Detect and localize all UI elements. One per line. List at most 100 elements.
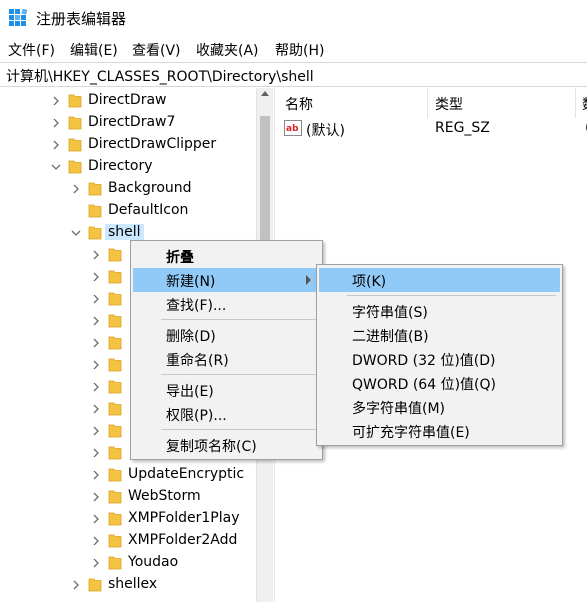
tree-node[interactable]: DirectDraw7 [0,112,256,134]
menu-item-rename[interactable]: 重命名(R) [133,347,320,371]
menu-item-label: DWORD (32 位)值(D) [352,353,496,369]
chevron-right-icon[interactable] [90,534,102,548]
tree-node[interactable]: DefaultIcon [0,200,256,222]
chevron-right-icon[interactable] [50,138,62,152]
chevron-right-icon[interactable] [90,468,102,482]
menu-item-new-binary[interactable]: 二进制值(B) [319,323,560,347]
menu-edit[interactable]: 编辑(E) [70,40,118,60]
column-divider[interactable] [427,88,428,118]
chevron-down-icon[interactable] [50,160,62,174]
tree-node-label: shellex [108,576,158,592]
chevron-right-icon[interactable] [70,578,82,592]
svg-text:ab: ab [286,124,299,134]
chevron-right-icon[interactable] [90,270,102,284]
value-name[interactable]: (默认) [306,120,345,140]
menu-item-copy-key-name[interactable]: 复制项名称(C) [133,433,320,457]
chevron-right-icon[interactable] [90,490,102,504]
menu-item-new[interactable]: 新建(N) [133,268,320,292]
tree-node[interactable]: DirectDrawClipper [0,134,256,156]
tree-node-label: DirectDrawClipper [88,136,217,152]
tree-node[interactable]: DirectDraw [0,90,256,112]
column-header-data[interactable]: 数 [582,94,587,114]
folder-icon [108,313,122,328]
tree-node[interactable]: XMPFolder2Add [0,530,256,552]
menu-item-new-string[interactable]: 字符串值(S) [319,299,560,323]
title-bar[interactable]: 注册表编辑器 [0,0,587,36]
tree-node[interactable]: Directory [0,156,256,178]
chevron-right-icon[interactable] [90,336,102,350]
menu-item-new-multi-string[interactable]: 多字符串值(M) [319,395,560,419]
tree-node-label: Background [108,180,192,196]
folder-icon [88,203,102,218]
chevron-right-icon[interactable] [90,402,102,416]
chevron-right-icon[interactable] [50,116,62,130]
chevron-right-icon[interactable] [90,446,102,460]
tree-node-label: Directory [88,158,153,174]
menu-item-label: 可扩充字符串值(E) [352,425,470,441]
chevron-right-icon[interactable] [90,248,102,262]
menu-item-permissions[interactable]: 权限(P)... [133,402,320,426]
folder-icon [108,555,122,570]
chevron-right-icon[interactable] [90,292,102,306]
tree-node[interactable]: UpdateEncryptic [0,464,256,486]
address-path[interactable]: 计算机\HKEY_CLASSES_ROOT\Directory\shell [6,66,314,86]
tree-node-label: DirectDraw7 [88,114,176,130]
chevron-right-icon[interactable] [90,314,102,328]
menu-item-new-qword[interactable]: QWORD (64 位)值(Q) [319,371,560,395]
folder-icon [68,115,82,130]
tree-node[interactable]: Youdao [0,552,256,574]
tree-node-label: shell [105,224,144,240]
menu-item-label: 导出(E) [166,384,214,400]
menu-separator [161,429,318,430]
menu-item-new-expandable-string[interactable]: 可扩充字符串值(E) [319,419,560,443]
tree-node[interactable]: XMPFolder1Play [0,508,256,530]
column-header-name[interactable]: 名称 [285,94,313,114]
address-bar[interactable]: 计算机\HKEY_CLASSES_ROOT\Directory\shell [0,62,587,87]
chevron-down-icon[interactable] [70,226,82,240]
folder-icon [68,137,82,152]
chevron-right-icon[interactable] [70,182,82,196]
menu-view[interactable]: 查看(V) [132,40,181,60]
menu-favorites[interactable]: 收藏夹(A) [196,40,259,60]
string-value-icon: ab [284,120,302,136]
menu-item-delete[interactable]: 删除(D) [133,323,320,347]
menu-item-new-dword[interactable]: DWORD (32 位)值(D) [319,347,560,371]
menu-item-label: 字符串值(S) [352,305,428,321]
menu-item-export[interactable]: 导出(E) [133,378,320,402]
folder-icon [108,269,122,284]
context-menu: 折叠 新建(N) 查找(F)... 删除(D) 重命名(R) 导出(E) 权限(… [130,240,323,460]
folder-icon [108,489,122,504]
chevron-right-icon[interactable] [90,424,102,438]
menu-item-collapse[interactable]: 折叠 [133,244,320,268]
menu-help[interactable]: 帮助(H) [275,40,324,60]
scroll-up-icon[interactable] [261,91,269,96]
chevron-right-icon[interactable] [50,94,62,108]
chevron-right-icon[interactable] [90,380,102,394]
folder-icon [108,247,122,262]
menu-item-label: 多字符串值(M) [352,401,446,417]
folder-icon [88,181,102,196]
chevron-right-icon[interactable] [90,358,102,372]
folder-icon [108,335,122,350]
menu-item-label: 重命名(R) [166,353,229,369]
folder-icon [108,467,122,482]
tree-node[interactable]: WebStorm [0,486,256,508]
tree-node-label: XMPFolder1Play [128,510,240,526]
menu-item-label: 查找(F)... [166,298,227,314]
menu-item-label: 复制项名称(C) [166,439,257,455]
tree-node[interactable]: Background [0,178,256,200]
chevron-right-icon[interactable] [90,556,102,570]
menu-item-label: 权限(P)... [166,408,227,424]
column-divider[interactable] [575,88,576,118]
menu-file[interactable]: 文件(F) [8,40,55,60]
menu-separator [161,374,318,375]
tree-node[interactable]: shellex [0,574,256,596]
menu-item-find[interactable]: 查找(F)... [133,292,320,316]
chevron-right-icon[interactable] [90,512,102,526]
folder-icon [108,423,122,438]
column-header-type[interactable]: 类型 [435,94,463,114]
menu-item-label: 二进制值(B) [352,329,429,345]
menu-item-new-key[interactable]: 项(K) [319,268,560,292]
window-title: 注册表编辑器 [36,10,127,28]
new-submenu: 项(K) 字符串值(S) 二进制值(B) DWORD (32 位)值(D) QW… [316,264,563,446]
